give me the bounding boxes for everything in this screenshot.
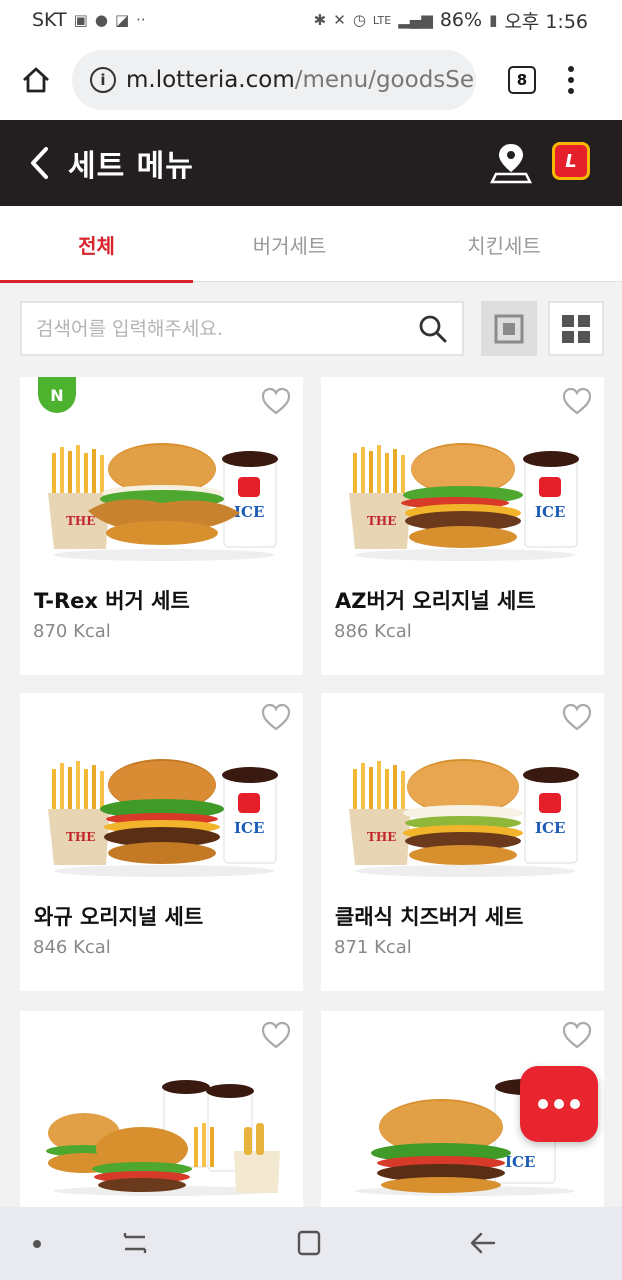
heart-outline-icon[interactable] bbox=[562, 1021, 592, 1049]
product-card[interactable]: THE ICE AZ버거 오리지널 세트 886 Kcal bbox=[321, 377, 604, 675]
tab-all[interactable]: 전체 bbox=[0, 206, 193, 283]
alarm-icon: ◷ bbox=[352, 11, 366, 29]
product-kcal: 846 Kcal bbox=[33, 937, 111, 958]
chevron-left-icon bbox=[31, 147, 48, 179]
single-view-button[interactable] bbox=[481, 301, 537, 356]
grid-view-button[interactable] bbox=[548, 301, 604, 356]
signal-icon: ▂▄▆ bbox=[398, 11, 433, 29]
svg-text:ICE: ICE bbox=[535, 819, 565, 837]
search-input[interactable] bbox=[36, 317, 418, 340]
system-nav-bar bbox=[0, 1207, 622, 1280]
product-name: 와규 오리지널 세트 bbox=[34, 905, 204, 929]
heart-outline-icon[interactable] bbox=[261, 703, 291, 731]
app-header: 세트 메뉴 L bbox=[0, 120, 622, 206]
heart-outline-icon[interactable] bbox=[261, 1021, 291, 1049]
product-card[interactable]: THE ICE 클래식 치즈버거 세트 871 Kcal bbox=[321, 693, 604, 991]
page-title: 세트 메뉴 bbox=[68, 149, 194, 184]
notification-icon: ◪ bbox=[114, 11, 130, 29]
carrier-label: SKT bbox=[32, 9, 67, 31]
category-tabs: 전체 버거세트 치킨세트 bbox=[0, 206, 622, 283]
set-meal-image bbox=[46, 1080, 280, 1196]
set-meal-image: THE ICE bbox=[48, 443, 278, 561]
chat-dot bbox=[570, 1099, 580, 1109]
back-button[interactable] bbox=[0, 120, 60, 206]
info-icon[interactable]: i bbox=[90, 67, 116, 93]
svg-text:ICE: ICE bbox=[505, 1153, 535, 1171]
tab-burger-set[interactable]: 버거세트 bbox=[193, 206, 386, 282]
browser-home-button[interactable] bbox=[0, 40, 72, 120]
lte-label: LTE bbox=[372, 13, 392, 27]
svg-text:THE: THE bbox=[66, 514, 95, 528]
svg-text:ICE: ICE bbox=[535, 503, 565, 521]
nav-home-icon[interactable] bbox=[296, 1229, 322, 1257]
bluetooth-icon: ✱ bbox=[313, 11, 327, 29]
single-view-icon bbox=[494, 314, 524, 343]
product-card[interactable]: N THE ICE T-Rex 버거 세트 870 Kcal bbox=[20, 377, 303, 675]
status-right: ✱ ✕ ◷ LTE ▂▄▆ 86% ▮ 오후 1:56 bbox=[314, 7, 588, 34]
heart-outline-icon[interactable] bbox=[562, 387, 592, 415]
product-name: AZ버거 오리지널 세트 bbox=[335, 589, 536, 613]
more-notifications-icon: ·· bbox=[136, 11, 146, 29]
heart-outline-icon[interactable] bbox=[261, 387, 291, 415]
product-name: T-Rex 버거 세트 bbox=[34, 589, 190, 613]
search-box bbox=[20, 301, 464, 356]
clock: 오후 1:56 bbox=[504, 10, 588, 33]
chat-button[interactable] bbox=[520, 1066, 598, 1142]
set-meal-image: THE ICE bbox=[349, 443, 579, 561]
tab-chicken-set[interactable]: 치킨세트 bbox=[386, 206, 622, 282]
product-name: 클래식 치즈버거 세트 bbox=[335, 905, 524, 929]
svg-text:THE: THE bbox=[367, 514, 396, 528]
address-bar[interactable]: i m.lotteria.com/menu/goodsSe bbox=[72, 50, 476, 110]
browser-toolbar: i m.lotteria.com/menu/goodsSe 8 bbox=[0, 40, 622, 120]
chat-dots-icon bbox=[538, 1099, 548, 1109]
product-card[interactable]: THE ICE 와규 오리지널 세트 846 Kcal bbox=[20, 693, 303, 991]
map-pin-icon[interactable] bbox=[490, 140, 532, 186]
tab-switcher-button[interactable]: 8 bbox=[508, 66, 536, 94]
nav-back-icon[interactable] bbox=[468, 1229, 498, 1257]
new-badge: N bbox=[38, 377, 76, 413]
talk-notification-icon: ● bbox=[94, 11, 108, 29]
battery-percent: 86% bbox=[439, 9, 483, 31]
url-host: m.lotteria.com bbox=[126, 67, 295, 93]
nav-dot-icon[interactable] bbox=[33, 1240, 41, 1248]
product-card[interactable] bbox=[20, 1011, 303, 1207]
svg-text:ICE: ICE bbox=[234, 819, 264, 837]
url-path: /menu/goodsSe bbox=[294, 67, 475, 93]
mute-icon: ✕ bbox=[333, 11, 346, 29]
product-kcal: 886 Kcal bbox=[334, 621, 412, 642]
product-kcal: 870 Kcal bbox=[33, 621, 111, 642]
gallery-notification-icon: ▣ bbox=[73, 11, 88, 29]
recent-apps-icon[interactable] bbox=[121, 1229, 149, 1257]
more-vert-icon[interactable] bbox=[568, 66, 574, 94]
svg-text:ICE: ICE bbox=[234, 503, 264, 521]
status-left: SKT ▣ ● ◪ ·· bbox=[32, 9, 146, 31]
home-icon bbox=[23, 67, 49, 93]
grid-view-icon bbox=[562, 314, 590, 343]
lotteria-logo[interactable]: L bbox=[552, 142, 590, 180]
chat-dot bbox=[554, 1099, 564, 1109]
svg-text:THE: THE bbox=[66, 830, 95, 844]
battery-icon: ▮ bbox=[489, 11, 498, 29]
product-kcal: 871 Kcal bbox=[334, 937, 412, 958]
status-bar: SKT ▣ ● ◪ ·· ✱ ✕ ◷ LTE ▂▄▆ 86% ▮ 오후 1:56 bbox=[0, 0, 622, 40]
svg-text:THE: THE bbox=[367, 830, 396, 844]
set-meal-image: THE ICE bbox=[48, 759, 278, 877]
search-icon[interactable] bbox=[418, 314, 448, 344]
heart-outline-icon[interactable] bbox=[562, 703, 592, 731]
set-meal-image: THE ICE bbox=[349, 759, 579, 877]
